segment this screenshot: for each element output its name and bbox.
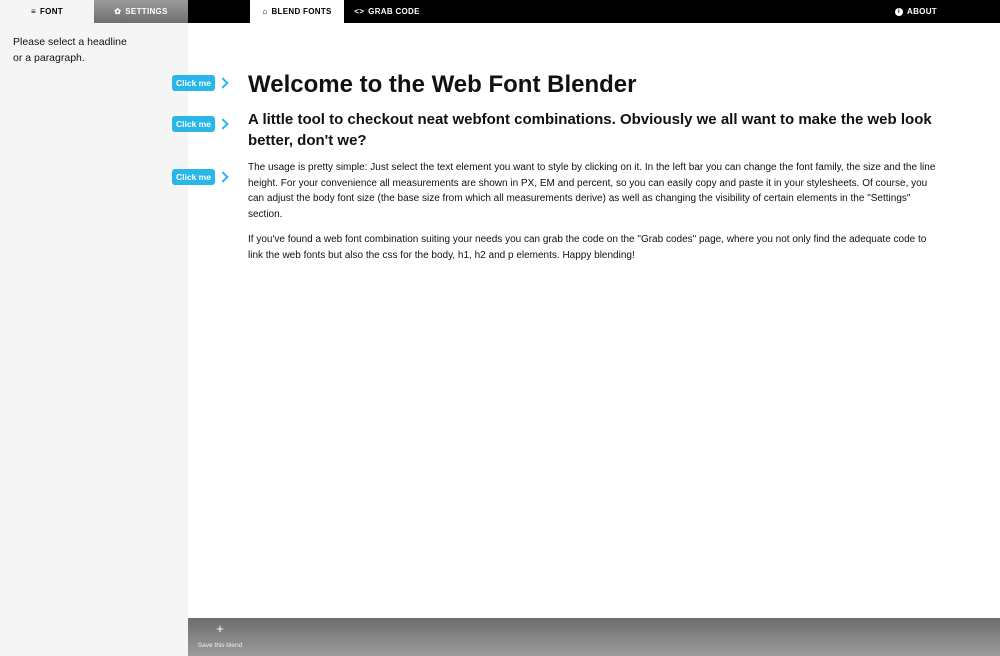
- gear-icon: ✿: [114, 7, 122, 16]
- click-me-paragraph[interactable]: Click me: [172, 169, 229, 185]
- tab-font-label: FONT: [39, 7, 63, 16]
- tab-font[interactable]: ≡ FONT: [0, 0, 94, 23]
- click-me-badge: Click me: [172, 75, 215, 91]
- chevron-right-icon: [217, 118, 229, 130]
- nav-blend-fonts[interactable]: ⌂ BLEND FONTS: [250, 0, 344, 23]
- info-icon: i: [895, 7, 904, 16]
- chevron-right-icon: [217, 171, 229, 183]
- nav-about[interactable]: i ABOUT: [878, 0, 954, 23]
- sidebar: ≡ FONT ✿ SETTINGS Please select a headli…: [0, 0, 188, 656]
- menu-icon: ≡: [31, 7, 36, 16]
- grab-code-paragraph[interactable]: If you've found a web font combination s…: [248, 232, 938, 263]
- chevron-right-icon: [217, 77, 229, 89]
- nav-grab-code-label: GRAB CODE: [368, 7, 420, 16]
- page-title[interactable]: Welcome to the Web Font Blender: [248, 68, 948, 102]
- intro-paragraph[interactable]: The usage is pretty simple: Just select …: [248, 160, 938, 222]
- click-me-badge: Click me: [172, 169, 215, 185]
- sidebar-message: Please select a headline or a paragraph.: [13, 36, 127, 64]
- click-me-title[interactable]: Click me: [172, 75, 229, 91]
- sidebar-tabs: ≡ FONT ✿ SETTINGS: [0, 0, 188, 23]
- nav-grab-code[interactable]: <> GRAB CODE: [348, 0, 426, 23]
- save-blend-label: Save this blend: [197, 642, 243, 649]
- click-me-subtitle[interactable]: Click me: [172, 116, 229, 132]
- click-me-badge: Click me: [172, 116, 215, 132]
- top-nav: ⌂ BLEND FONTS <> GRAB CODE i ABOUT: [188, 0, 1000, 23]
- save-blend-button[interactable]: + Save this blend: [194, 622, 246, 654]
- nav-about-label: ABOUT: [907, 7, 937, 16]
- home-icon: ⌂: [262, 7, 268, 16]
- nav-blend-fonts-label: BLEND FONTS: [271, 7, 332, 16]
- tab-settings-label: SETTINGS: [125, 7, 168, 16]
- code-icon: <>: [354, 7, 365, 16]
- plus-icon: +: [216, 621, 224, 636]
- main-content: Welcome to the Web Font Blender A little…: [248, 68, 948, 263]
- bottom-bar: + Save this blend: [188, 618, 1000, 656]
- page-subtitle[interactable]: A little tool to checkout neat webfont c…: [248, 109, 948, 151]
- tab-settings[interactable]: ✿ SETTINGS: [94, 0, 188, 23]
